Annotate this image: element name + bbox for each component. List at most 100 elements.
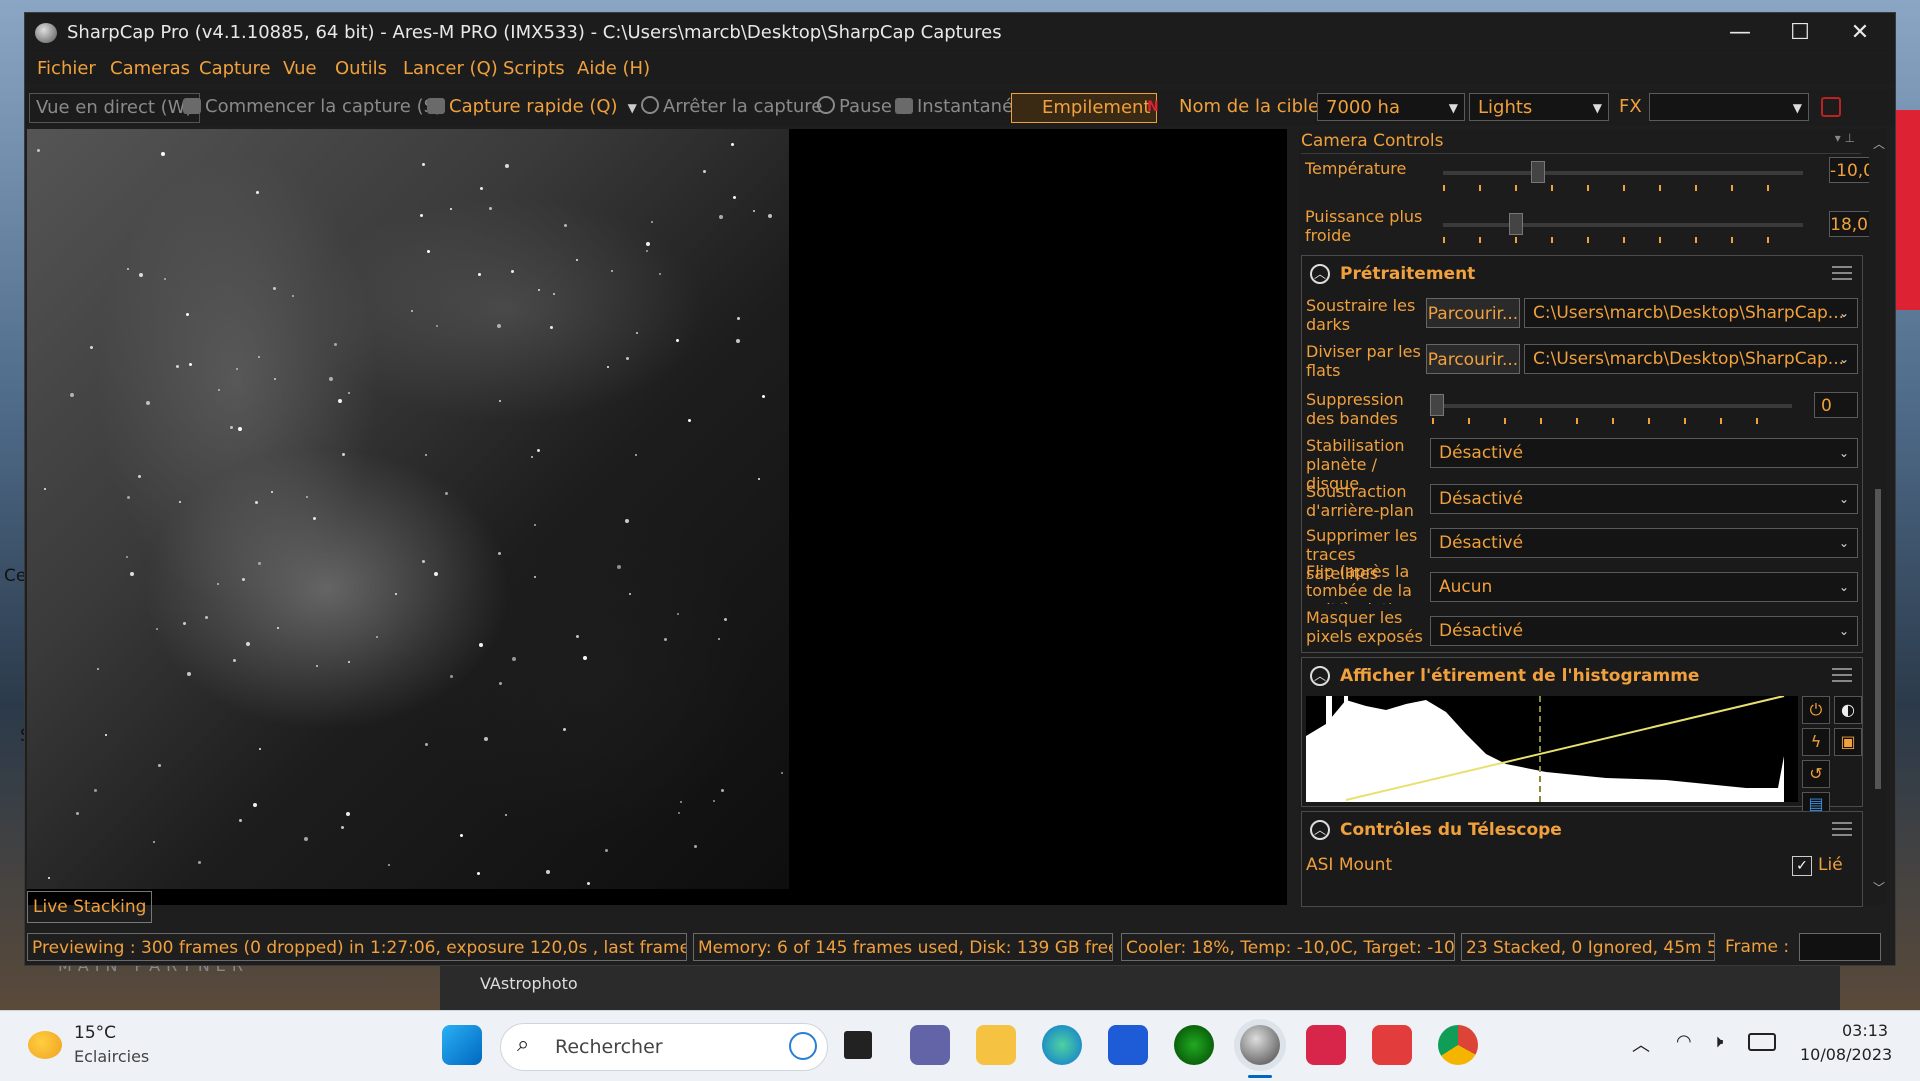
battery-icon[interactable]	[1748, 1033, 1776, 1051]
lightning-icon[interactable]: ϟ	[1802, 728, 1830, 756]
fx-combo[interactable]: ▼	[1649, 93, 1809, 121]
live-stacking-button[interactable]: Live Stacking	[27, 891, 153, 923]
scroll-up-icon[interactable]: ︿	[1873, 135, 1885, 152]
record-icon[interactable]	[1821, 97, 1841, 117]
maximize-button[interactable]: ☐	[1771, 13, 1829, 53]
menu-icon[interactable]	[1832, 266, 1852, 280]
menu-outils[interactable]: Outils	[335, 58, 387, 79]
quick-capture-button[interactable]: Capture rapide (Q) ▼	[427, 93, 637, 121]
edge-icon[interactable]	[1042, 1025, 1082, 1065]
pause-button[interactable]: Pause	[817, 93, 892, 121]
menu-cameras[interactable]: Cameras	[110, 58, 190, 79]
star-point	[422, 560, 425, 563]
background-sub-dropdown[interactable]: Désactivé ⌄	[1430, 484, 1858, 514]
menu-scripts[interactable]: Scripts	[503, 58, 565, 79]
scrollbar-thumb[interactable]	[1875, 489, 1881, 789]
file-explorer-icon[interactable]	[976, 1025, 1016, 1065]
target-name-combo[interactable]: 7000 ha ▼	[1317, 93, 1465, 121]
menu-icon[interactable]	[1832, 822, 1852, 836]
star-point	[477, 872, 480, 875]
sharpcap-taskbar-icon[interactable]	[1240, 1025, 1280, 1065]
flats-browse-button[interactable]: Parcourir...	[1426, 344, 1520, 374]
wifi-icon[interactable]: ◠	[1676, 1031, 1692, 1052]
lock-icon[interactable]: ▣	[1834, 728, 1862, 756]
minimize-button[interactable]: —	[1711, 13, 1769, 53]
star-point	[713, 800, 715, 802]
window-title: SharpCap Pro (v4.1.10885, 64 bit) - Ares…	[67, 22, 1002, 43]
chevron-up-icon[interactable]: ︿	[1632, 1031, 1650, 1057]
hot-pixels-dropdown[interactable]: Désactivé ⌄	[1430, 616, 1858, 646]
linked-checkbox[interactable]: ✓	[1792, 856, 1812, 876]
banding-slider[interactable]	[1432, 404, 1792, 408]
close-button[interactable]: ✕	[1831, 13, 1889, 53]
temperature-value[interactable]: -10,0	[1829, 157, 1874, 183]
satellites-value: Désactivé	[1439, 533, 1524, 553]
panel-scrollbar[interactable]: ︿ ﹀	[1869, 129, 1887, 905]
clock-date[interactable]: 10/08/2023	[1800, 1045, 1892, 1064]
teams-icon[interactable]	[910, 1025, 950, 1065]
histogram-group: ︿ Afficher l'étirement de l'histogramme …	[1301, 657, 1863, 816]
speaker-muted-icon[interactable]: 🕨	[1712, 1031, 1723, 1052]
histogram-display[interactable]	[1306, 695, 1798, 802]
temperature-slider-thumb[interactable]	[1531, 161, 1545, 183]
anydesk-icon[interactable]	[1372, 1025, 1412, 1065]
task-view-icon[interactable]	[844, 1031, 872, 1059]
star-point	[478, 273, 481, 276]
power-icon[interactable]: ⏻	[1802, 696, 1830, 724]
star-point	[395, 593, 397, 595]
app-icon-red[interactable]	[1306, 1025, 1346, 1065]
chevron-down-icon[interactable]: ▼	[628, 101, 637, 115]
menu-aide[interactable]: Aide (H)	[577, 58, 650, 79]
star-point	[576, 259, 578, 261]
menu-icon[interactable]	[1832, 668, 1852, 682]
chrome-icon[interactable]	[1438, 1025, 1478, 1065]
snapshot-button[interactable]: Instantané	[895, 93, 1013, 121]
title-bar[interactable]: SharpCap Pro (v4.1.10885, 64 bit) - Ares…	[25, 13, 1895, 53]
cooler-power-slider-thumb[interactable]	[1509, 213, 1523, 235]
menu-capture[interactable]: Capture	[199, 58, 271, 79]
darks-browse-button[interactable]: Parcourir...	[1426, 298, 1520, 328]
star-point	[676, 339, 679, 342]
stop-capture-button[interactable]: Arrêter la capture	[641, 93, 822, 121]
flats-path-dropdown[interactable]: C:\Users\marcb\Desktop\SharpCap... ⌄	[1524, 344, 1858, 374]
darks-path-dropdown[interactable]: C:\Users\marcb\Desktop\SharpCap... ⌄	[1524, 298, 1858, 328]
panel-pin-icon[interactable]: ▾ ⊥	[1835, 131, 1855, 145]
chevron-up-icon[interactable]: ︿	[1310, 820, 1330, 840]
quick-capture-label: Capture rapide (Q)	[449, 96, 618, 117]
star-point	[179, 501, 181, 503]
banding-value[interactable]: 0	[1814, 392, 1858, 418]
taskbar-search[interactable]: ⌕ Rechercher	[500, 1023, 828, 1071]
flip-dropdown[interactable]: Aucun ⌄	[1430, 572, 1858, 602]
temperature-slider[interactable]	[1443, 171, 1803, 175]
bing-icon[interactable]	[789, 1032, 817, 1060]
stabilization-dropdown[interactable]: Désactivé ⌄	[1430, 438, 1858, 468]
stacking-button[interactable]: Empilement	[1011, 93, 1158, 123]
menu-vue[interactable]: Vue	[283, 58, 317, 79]
start-capture-button[interactable]: Commencer la capture (S)	[183, 93, 442, 121]
live-view-button[interactable]: Vue en direct (W)	[29, 93, 200, 123]
store-icon[interactable]	[1108, 1025, 1148, 1065]
windows-start-icon[interactable]	[442, 1025, 482, 1065]
reset-icon[interactable]: ↺	[1802, 760, 1830, 788]
chevron-up-icon[interactable]: ︿	[1310, 666, 1330, 686]
flats-path-value: C:\Users\marcb\Desktop\SharpCap...	[1533, 349, 1845, 369]
contrast-icon[interactable]: ◐	[1834, 696, 1862, 724]
phd-guiding-icon[interactable]	[1174, 1025, 1214, 1065]
cooler-power-slider[interactable]	[1443, 223, 1803, 227]
temperature-label: Température	[1305, 159, 1407, 178]
camera-icon	[427, 98, 445, 114]
banding-slider-thumb[interactable]	[1430, 394, 1444, 416]
star-point	[450, 675, 453, 678]
scroll-down-icon[interactable]: ﹀	[1873, 879, 1885, 896]
menu-fichier[interactable]: Fichier	[37, 58, 96, 79]
menu-lancer[interactable]: Lancer (Q)	[403, 58, 498, 79]
satellites-dropdown[interactable]: Désactivé ⌄	[1430, 528, 1858, 558]
weather-icon[interactable]	[28, 1031, 62, 1059]
cooler-power-value[interactable]: 18,0	[1829, 211, 1873, 237]
chevron-up-icon[interactable]: ︿	[1310, 264, 1330, 284]
clock-time[interactable]: 03:13	[1842, 1021, 1888, 1040]
star-point	[460, 834, 463, 837]
star-point	[376, 636, 378, 638]
frame-type-combo[interactable]: Lights ▼	[1469, 93, 1609, 121]
image-viewport[interactable]	[27, 129, 1287, 905]
